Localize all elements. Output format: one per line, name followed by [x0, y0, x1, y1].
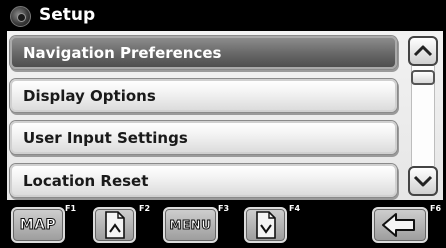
menu-item-display-options[interactable]: Display Options — [10, 79, 397, 112]
page-title: Setup — [39, 5, 96, 25]
menu-button-label: MENU — [169, 218, 212, 233]
scroll-down-button[interactable] — [408, 166, 438, 196]
page-down-button[interactable] — [244, 207, 287, 243]
f6-key-label: F6 — [430, 204, 442, 213]
back-arrow-icon — [382, 213, 415, 237]
menu-button[interactable]: MENU — [163, 207, 218, 243]
setup-screen: Setup Navigation Preferences Display Opt… — [0, 0, 446, 248]
f4-key-label: F4 — [289, 204, 301, 213]
f2-key-label: F2 — [139, 204, 151, 213]
map-button[interactable]: MAP — [11, 207, 65, 243]
page-up-button[interactable] — [93, 207, 136, 243]
gear-disc-icon — [10, 6, 31, 27]
scrollbar[interactable] — [408, 36, 438, 196]
menu-item-label: Display Options — [23, 86, 156, 105]
page-down-icon — [255, 211, 276, 239]
chevron-down-icon — [413, 175, 433, 187]
function-key-bar: MAP F1 F2 MENU F3 F4 F6 — [0, 201, 446, 248]
title-bar: Setup — [0, 0, 446, 30]
menu-item-user-input-settings[interactable]: User Input Settings — [10, 121, 397, 154]
menu-item-label: Navigation Preferences — [23, 43, 222, 62]
map-button-label: MAP — [19, 217, 57, 234]
back-button[interactable] — [372, 207, 428, 243]
chevron-up-icon — [413, 45, 433, 57]
menu-item-location-reset[interactable]: Location Reset — [10, 164, 397, 197]
f3-key-label: F3 — [218, 204, 230, 213]
menu-item-label: User Input Settings — [23, 128, 188, 147]
f1-key-label: F1 — [65, 204, 77, 213]
setup-menu-panel: Navigation Preferences Display Options U… — [7, 31, 443, 200]
menu-item-navigation-preferences[interactable]: Navigation Preferences — [10, 36, 397, 69]
page-up-icon — [104, 211, 125, 239]
scroll-thumb[interactable] — [411, 70, 435, 85]
scroll-up-button[interactable] — [408, 36, 438, 66]
menu-item-label: Location Reset — [23, 171, 149, 190]
